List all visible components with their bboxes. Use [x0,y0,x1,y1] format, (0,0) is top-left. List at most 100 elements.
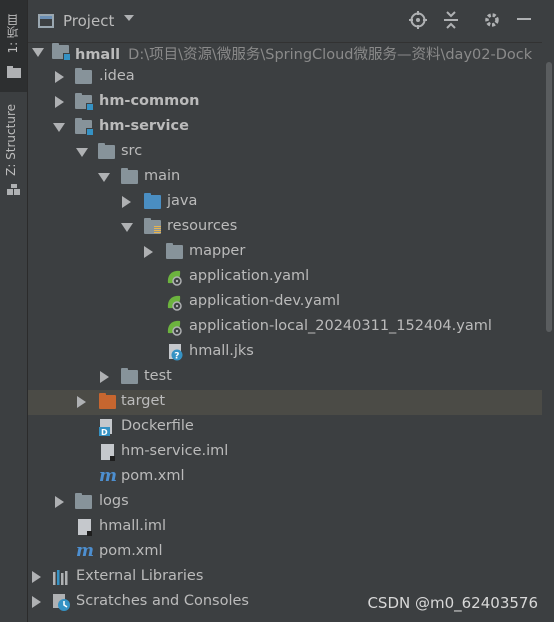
watermark: CSDN @m0_62403576 [367,594,538,612]
module-folder-icon [52,43,71,61]
structure-icon [7,184,20,195]
tree-node-label: Dockerfile [121,418,194,434]
tree-node-label: hm-common [99,93,200,109]
tree-node-application-dev-yaml[interactable]: application-dev.yaml [28,290,542,315]
collapse-all-icon[interactable] [441,11,461,31]
libraries-icon [53,570,68,585]
tree-node-hm-service[interactable]: hm-service [28,115,542,140]
maven-icon: m [99,466,117,486]
chevron-right-icon[interactable] [32,571,41,583]
chevron-right-icon[interactable] [55,96,64,108]
tree-node-hmall-iml[interactable]: hmall.iml [28,515,542,540]
tree-node-target[interactable]: target [28,390,542,415]
tree-node-hm-service-iml[interactable]: hm-service.iml [28,440,542,465]
chevron-right-icon[interactable] [55,496,64,508]
chevron-right-icon[interactable] [55,71,64,83]
tree-node-dockerfile[interactable]: D Dockerfile [28,415,542,440]
project-tool-tab[interactable]: 1: 项目 [0,0,27,92]
tree-node-label: application.yaml [189,268,310,284]
chevron-down-icon[interactable] [124,15,134,21]
spring-config-icon [167,295,182,311]
tool-window-strip: 1: 项目 Z: Structure [0,0,28,622]
chevron-down-icon[interactable] [53,123,65,132]
tree-node-label: hm-service.iml [121,443,229,459]
tree-node-application-yaml[interactable]: application.yaml [28,265,542,290]
svg-text:D: D [101,428,108,436]
tree-node-test[interactable]: test [28,365,542,390]
excluded-folder-icon [99,393,116,409]
spring-config-icon [167,270,182,286]
tree-node-label: .idea [99,68,135,84]
chevron-right-icon[interactable] [122,196,131,208]
project-tab-label: 1: 项目 [6,14,20,54]
tree-node-label: Scratches and Consoles [76,593,249,609]
hide-window-icon[interactable] [514,11,534,31]
tree-node-label: mapper [189,243,246,259]
maven-icon: m [76,541,94,561]
tree-node-mapper[interactable]: mapper [28,240,542,265]
scrollbar-thumb[interactable] [546,62,552,332]
tree-node-hm-common[interactable]: hm-common [28,90,542,115]
tree-node-label: application-dev.yaml [189,293,341,309]
vertical-scrollbar[interactable] [542,42,554,622]
chevron-down-icon[interactable] [76,148,88,157]
tree-node-logs[interactable]: logs [28,490,542,515]
tree-node-label: External Libraries [76,568,204,584]
tree-node-hmall-jks[interactable]: ? hmall.jks [28,340,542,365]
tree-node-label: pom.xml [99,543,163,559]
chevron-right-icon[interactable] [77,396,86,408]
tree-node-label: hm-service [99,118,189,134]
folder-icon [75,493,92,509]
unknown-file-icon: ? [169,344,183,362]
tree-node-label: java [167,193,198,209]
svg-text:?: ? [174,352,179,362]
tree-node-application-local-yaml[interactable]: application-local_20240311_152404.yaml [28,315,542,340]
project-tree: hmall D:\项目\资源\微服务\SpringCloud微服务—资料\day0… [28,38,542,622]
chevron-down-icon[interactable] [32,48,44,57]
module-folder-icon [75,93,94,111]
tree-node-label: src [121,143,143,159]
tree-node-external-libraries[interactable]: External Libraries [28,565,542,590]
tree-node-pom-xml[interactable]: m pom.xml [28,465,542,490]
chevron-right-icon[interactable] [144,246,153,258]
iml-file-icon [101,444,115,461]
project-view-icon [38,14,54,28]
tree-node-java[interactable]: java [28,190,542,215]
tree-node-idea[interactable]: .idea [28,65,542,90]
resources-folder-icon [144,218,161,234]
folder-icon [121,368,138,384]
tree-node-label: logs [99,493,129,509]
tree-node-label: hmall.iml [99,518,167,534]
tree-node-resources[interactable]: resources [28,215,542,240]
tree-node-label: pom.xml [121,468,185,484]
tree-node-label: hmall.jks [189,343,254,359]
locate-file-icon[interactable] [408,11,428,31]
iml-file-icon [78,519,92,536]
structure-tab-label: Z: Structure [4,104,18,176]
folder-icon [98,143,115,159]
tree-node-root-pom-xml[interactable]: m pom.xml [28,540,542,565]
chevron-down-icon[interactable] [121,223,133,232]
tree-node-label: application-local_20240311_152404.yaml [189,318,492,334]
chevron-right-icon[interactable] [100,371,109,383]
module-path: D:\项目\资源\微服务\SpringCloud微服务—资料\day02-Doc… [128,47,533,63]
source-folder-icon [144,193,161,209]
tree-node-label: test [144,368,172,384]
folder-icon [121,168,138,184]
tree-node-main[interactable]: main [28,165,542,190]
chevron-right-icon[interactable] [32,596,41,608]
tree-node-label: target [121,393,166,409]
folder-icon [75,68,92,84]
project-view-selector[interactable]: Project [63,12,114,30]
scratches-icon [53,594,70,611]
structure-tool-tab[interactable]: Z: Structure [0,98,27,202]
chevron-down-icon[interactable] [98,173,110,182]
tree-node-label: main [144,168,181,184]
tree-node-src[interactable]: src [28,140,542,165]
project-toolbar: Project [28,0,554,43]
tree-node-label: resources [167,218,238,234]
tree-node-hmall[interactable]: hmall D:\项目\资源\微服务\SpringCloud微服务—资料\day0… [28,40,542,65]
gear-icon[interactable] [482,11,502,31]
spring-config-icon [167,320,182,336]
tree-node-label: hmall D:\项目\资源\微服务\SpringCloud微服务—资料\day0… [75,47,533,63]
